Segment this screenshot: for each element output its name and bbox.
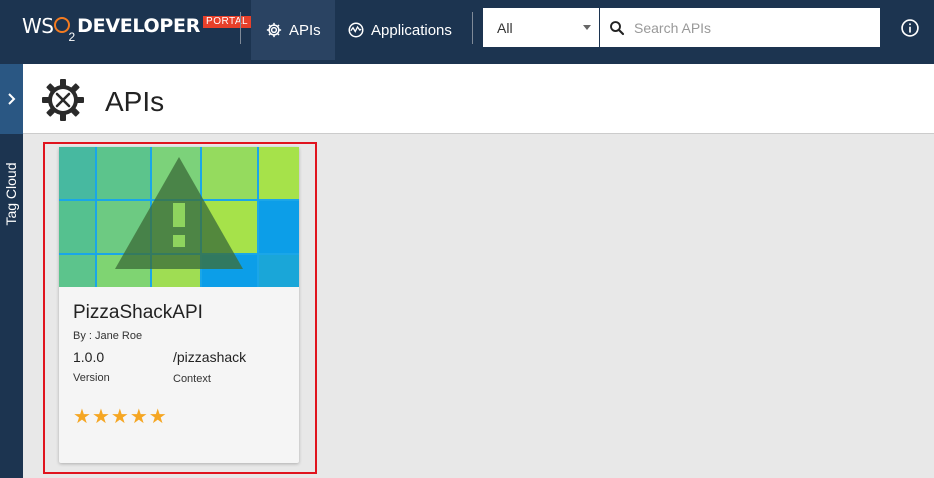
search-filter-select[interactable]: All [483, 8, 599, 47]
star-icon[interactable]: ★ [149, 407, 167, 427]
api-name[interactable]: PizzaShackAPI [73, 302, 203, 324]
api-rating-stars[interactable]: ★ ★ ★ ★ ★ [73, 407, 168, 427]
nav-divider [472, 12, 473, 44]
search-filter-value: All [497, 19, 513, 36]
api-context-label: Context [173, 373, 211, 385]
star-icon[interactable]: ★ [130, 407, 148, 427]
search-container [600, 8, 880, 47]
search-input[interactable] [634, 19, 864, 36]
tag-cloud-tab[interactable]: Tag Cloud [3, 161, 19, 227]
chevron-down-icon [583, 25, 591, 30]
top-navigation-bar: WS 2 DEVELOPER PORTAL APIs Applications … [0, 0, 934, 64]
nav-apis-button[interactable]: APIs [251, 0, 335, 60]
api-gear-icon [42, 79, 84, 121]
logo-wso-text: WS [22, 14, 54, 38]
nav-applications-label: Applications [371, 21, 452, 39]
nav-applications-button[interactable]: Applications [333, 0, 466, 60]
star-icon[interactable]: ★ [92, 407, 110, 427]
logo-developer-text: DEVELOPER [77, 15, 201, 37]
star-icon[interactable]: ★ [111, 407, 129, 427]
api-author: By : Jane Roe [73, 330, 143, 342]
api-thumbnail-image [59, 147, 299, 287]
chevron-right-icon [7, 93, 15, 105]
sidebar-toggle-button[interactable] [0, 64, 23, 134]
wso2-developer-portal-logo[interactable]: WS 2 DEVELOPER PORTAL [22, 13, 252, 45]
nav-apis-label: APIs [289, 21, 321, 39]
api-card[interactable]: PizzaShackAPI By : Jane Roe 1.0.0 Versio… [59, 147, 299, 463]
logo-two-text: 2 [68, 30, 76, 44]
gear-icon [266, 22, 282, 38]
logo-portal-badge: PORTAL [203, 16, 252, 28]
api-context-value: /pizzashack [173, 349, 247, 365]
api-version-value: 1.0.0 [73, 349, 105, 365]
left-sidebar: Tag Cloud [0, 64, 23, 478]
info-icon[interactable] [900, 18, 920, 38]
applications-icon [348, 22, 364, 38]
nav-divider [240, 12, 241, 44]
api-version-label: Version [73, 372, 110, 384]
page-header: APIs [23, 64, 934, 134]
page-title: APIs [105, 86, 165, 117]
search-icon [610, 20, 625, 35]
star-icon[interactable]: ★ [73, 407, 91, 427]
